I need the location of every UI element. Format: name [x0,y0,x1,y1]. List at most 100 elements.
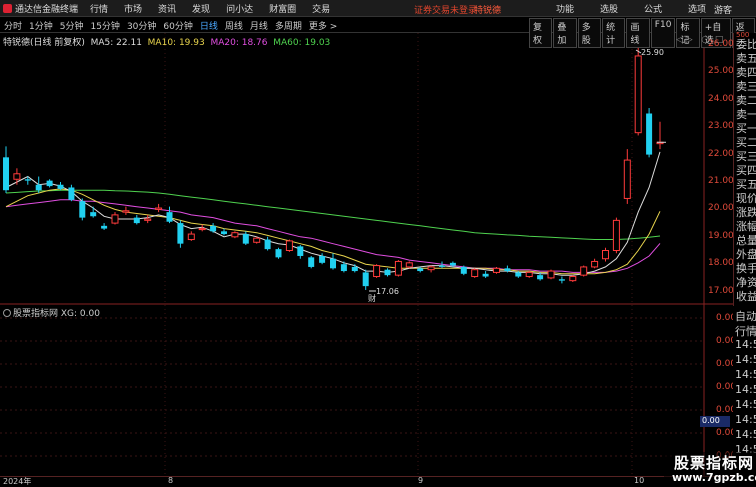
menu-wenxiaoda[interactable]: 问小达 [226,2,253,15]
menu-hangqing[interactable]: 行情 [90,2,108,15]
tick-panel: 自动行情14:514:514:514:514:514:514:514:5 [733,306,756,476]
high-price-label: 25.90 [641,48,664,57]
menu-shichang[interactable]: 市场 [124,2,142,15]
candle-body-down [319,255,326,263]
tick-row-label: 自动 [735,310,756,323]
price-tick-label: 20.00 [708,203,734,214]
period-tab-3[interactable]: 15分钟 [90,19,119,32]
candle-body-down [90,212,97,217]
candle-body-up [405,262,413,268]
period-tab-6[interactable]: 日线 [200,19,218,32]
x-label-oct: 10 [634,476,645,485]
x-label-sep: 9 [418,476,424,485]
tool-button-4[interactable]: 画线 [626,18,650,48]
app-logo-icon [3,3,12,13]
menu-faxian[interactable]: 发现 [192,2,210,15]
menu-gongneng[interactable]: 功能 [543,2,574,15]
candle-body-up [602,250,609,260]
candle-body-down [79,201,86,218]
indicator-title-text: 股票指标网 XG: 0.00 [13,309,100,319]
candle-body-down [330,258,336,269]
candle-body-down [362,272,369,287]
candle-body-down [351,266,358,272]
candle-body-up [569,276,577,282]
event-marker[interactable]: 财 [368,293,376,304]
candle-body-down [482,273,489,277]
price-tick-label: 18.00 [708,258,734,269]
indicator-title: 股票指标网 XG: 0.00 [3,306,100,319]
tick-row-label: 14:5 [735,338,756,351]
period-tab-1[interactable]: 1分钟 [29,19,53,32]
period-tab-10[interactable]: 更多 > [309,19,337,32]
tool-button-1[interactable]: 叠加 [553,18,577,48]
tool-button-5[interactable]: F10 [650,18,676,48]
price-tick-label: 22.00 [708,148,734,159]
menu-xuanxiang-label: 选项 [688,5,707,15]
candle-body-down [449,262,456,266]
candle-body-up [580,266,588,276]
candle-body-up [591,260,599,268]
candle-body-down [264,239,271,250]
candle-body-down [242,234,249,244]
ma5-value: MA5: 22.11 [90,38,142,48]
candle-body-up [111,214,119,224]
candle-body-up [231,232,239,238]
period-toolbar: 分时 1分钟 5分钟 15分钟 30分钟 60分钟 日线 周线 月线 多周期 更多 > 复权 叠加 多股… [0,17,756,48]
price-tick-label: 23.00 [708,121,734,132]
candle-body-down [439,265,445,267]
price-tick-label: 25.00 [708,66,734,77]
menu-caifuquan[interactable]: 财富圈 [269,2,296,15]
period-tab-7[interactable]: 周线 [225,19,243,32]
tick-row-label: 14:5 [735,413,756,426]
candle-body-down [133,217,140,224]
candle-body-up [471,269,479,278]
menu-xuanxiang[interactable]: 选项 [675,2,706,15]
price-tick-label: 26.00 [708,39,734,49]
candle-body-up [373,265,381,278]
menu-gongshi[interactable]: 公式 [631,2,662,15]
period-tab-5[interactable]: 60分钟 [163,19,192,32]
tick-row-label: 14:5 [735,383,756,396]
period-tab-8[interactable]: 月线 [250,19,268,32]
candle-body-down [460,266,467,274]
tool-button-0[interactable]: 复权 [529,18,553,48]
menu-jiaoyi[interactable]: 交易 [312,2,330,15]
app-title: 通达信金融终端 [15,4,79,15]
price-tick-label: 19.00 [708,230,734,241]
app-brand: 通达信金融终端 [0,2,90,15]
menu-zixun[interactable]: 资讯 [158,2,176,15]
candle-body-up [198,228,206,231]
candle-body-up [634,55,642,134]
candle-body-down [210,225,217,232]
candle-body-up [612,219,620,251]
menu-xuangu[interactable]: 选股 [587,2,618,15]
period-tab-0[interactable]: 分时 [4,19,22,32]
menu-gongneng-label: 功能 [556,5,575,15]
guest-label[interactable]: 游客 [714,3,732,16]
menu-gongshi-label: 公式 [644,5,663,15]
candle-body-down [384,269,391,276]
candle-body-down [3,157,9,191]
period-tab-9[interactable]: 多周期 [275,19,302,32]
tool-button-3[interactable]: 统计 [602,18,626,48]
period-tab-4[interactable]: 30分钟 [127,19,156,32]
price-tick-label: 17.00 [708,285,734,296]
candle-body-down [101,225,108,229]
trade-login-warning[interactable]: 证券交易未登录 [414,3,477,16]
ma10-value: MA10: 19.93 [147,38,205,48]
candle-body-up [493,267,500,273]
period-tab-2[interactable]: 5分钟 [60,19,84,32]
right-menu: 功能 选股 公式 选项 [530,2,706,15]
x-label-aug: 8 [168,476,174,485]
watermark-title: 股票指标网 [674,454,755,472]
candle-body-down [221,231,227,235]
kline-chart[interactable] [0,0,756,487]
candle-body-up [187,233,195,241]
ma60-value: MA60: 19.03 [273,38,331,48]
tool-button-2[interactable]: 多股 [577,18,602,48]
candle-body-up [122,210,130,213]
candle-body-up [525,271,533,278]
indicator-toggle-icon[interactable] [3,309,11,317]
candle-body-down [177,223,184,244]
x-label-year: 2024年 [3,477,32,486]
